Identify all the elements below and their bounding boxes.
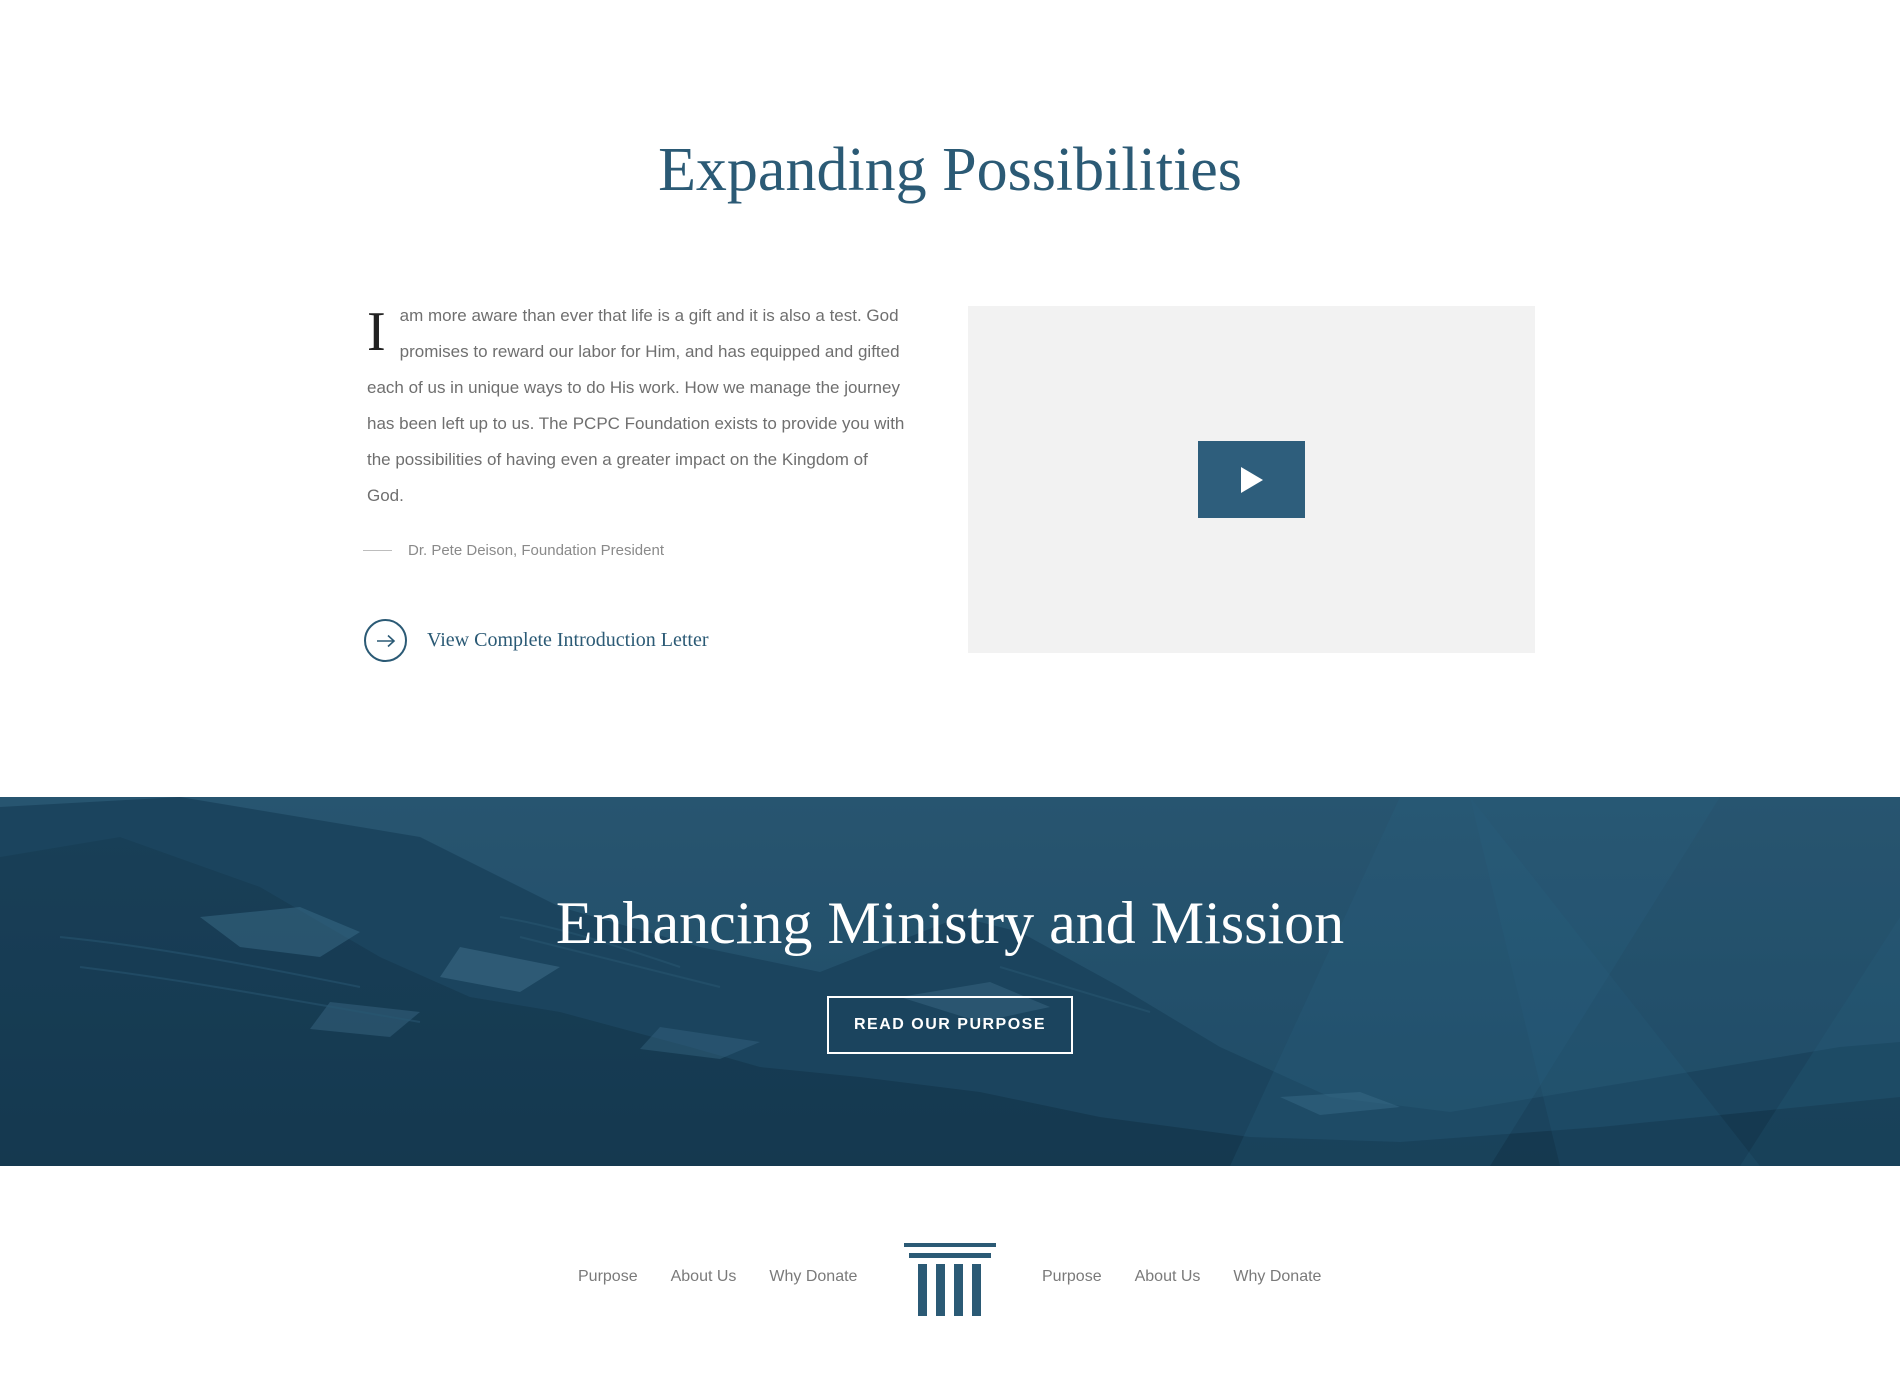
view-introduction-letter-link[interactable]: View Complete Introduction Letter — [364, 619, 709, 662]
letter-attribution: Dr. Pete Deison, Foundation President — [363, 538, 664, 562]
column-logo-icon[interactable] — [904, 1243, 996, 1317]
play-button[interactable] — [1198, 441, 1305, 518]
intro-letter-text: am more aware than ever that life is a g… — [367, 306, 905, 505]
footer-link-why-donate[interactable]: Why Donate — [1233, 1268, 1321, 1286]
section-title: Expanding Possibilities — [658, 136, 1242, 204]
mission-banner: Enhancing Ministry and Mission READ OUR … — [0, 797, 1900, 1166]
footer-nav-left: Purpose About Us Why Donate — [578, 1268, 857, 1286]
intro-letter: I am more aware than ever that life is a… — [367, 298, 907, 514]
read-our-purpose-button[interactable]: READ OUR PURPOSE — [827, 996, 1073, 1054]
footer-link-about-us[interactable]: About Us — [1135, 1268, 1201, 1286]
footer-link-purpose[interactable]: Purpose — [1042, 1268, 1102, 1286]
footer-link-why-donate[interactable]: Why Donate — [769, 1268, 857, 1286]
mountain-background-image — [0, 797, 1900, 1166]
footer-link-about-us[interactable]: About Us — [671, 1268, 737, 1286]
footer-link-purpose[interactable]: Purpose — [578, 1268, 638, 1286]
attribution-name: Dr. Pete Deison, Foundation President — [408, 541, 664, 559]
view-introduction-letter-label: View Complete Introduction Letter — [427, 629, 709, 651]
drop-cap: I — [367, 301, 386, 363]
play-icon — [1240, 466, 1263, 493]
attribution-dash — [363, 549, 392, 551]
banner-title: Enhancing Ministry and Mission — [555, 890, 1345, 956]
footer-nav-right: Purpose About Us Why Donate — [1042, 1268, 1321, 1286]
arrow-right-icon — [364, 619, 407, 662]
video-player[interactable] — [968, 306, 1535, 653]
